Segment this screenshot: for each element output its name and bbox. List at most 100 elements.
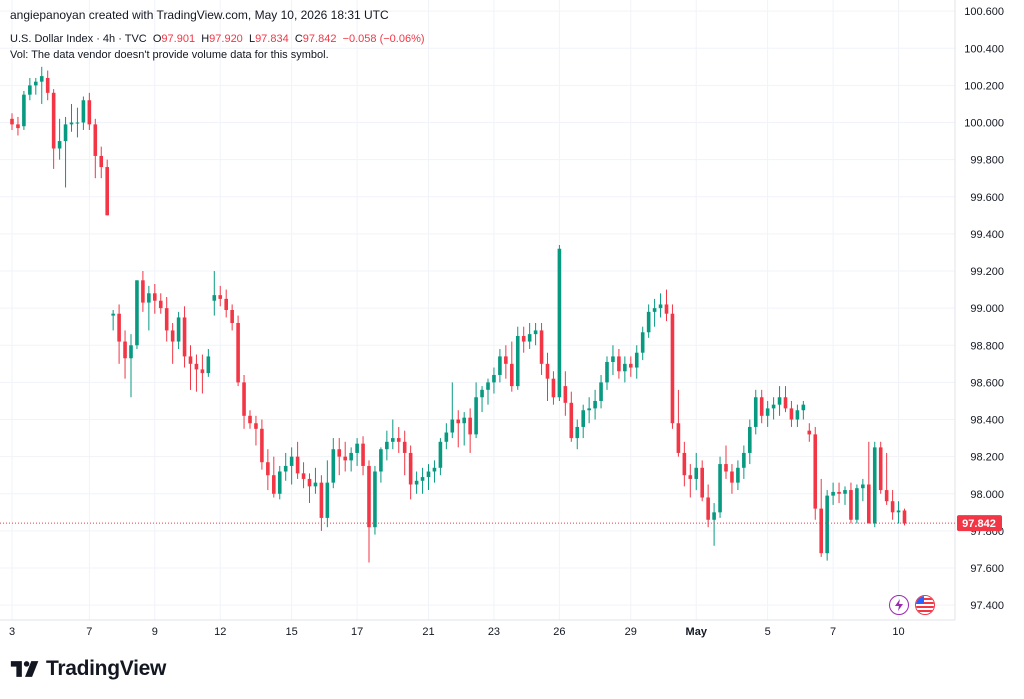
candle-body xyxy=(587,408,591,411)
candle-body xyxy=(634,352,639,368)
candle-body xyxy=(712,512,716,520)
candle-body xyxy=(748,426,752,453)
flash-icon[interactable] xyxy=(889,595,909,615)
candle-body xyxy=(170,330,175,342)
candle-body xyxy=(87,100,92,125)
candle-body xyxy=(521,335,526,342)
last-price-label: 97.842 xyxy=(962,518,996,530)
candle-body xyxy=(129,345,133,359)
candle-body xyxy=(295,456,300,474)
candle-body xyxy=(694,467,699,479)
candle-body xyxy=(623,363,627,372)
candle-body xyxy=(533,330,538,335)
candle-body xyxy=(658,304,663,309)
price-tick-label: 98.800 xyxy=(970,340,1004,352)
symbol-legend[interactable]: U.S. Dollar Index · 4h · TVC O97.901 H97… xyxy=(10,33,425,45)
candle-body xyxy=(599,382,603,401)
candle-body xyxy=(194,363,199,370)
candle-body xyxy=(575,426,580,439)
candle-body xyxy=(480,389,484,398)
candle-body xyxy=(260,428,264,463)
price-tick-label: 99.200 xyxy=(970,266,1004,278)
time-tick-label: 23 xyxy=(488,626,500,638)
candle-body xyxy=(849,490,853,520)
time-tick-label: 10 xyxy=(892,626,904,638)
us-flag-icon[interactable] xyxy=(915,595,935,615)
candle-body xyxy=(420,477,425,481)
last-price-badge: 97.842 xyxy=(957,515,1002,532)
candle-body xyxy=(640,332,645,353)
price-tick-label: 98.000 xyxy=(970,489,1004,501)
candle-body xyxy=(218,295,223,299)
candle-body xyxy=(771,404,776,409)
candle-body xyxy=(652,308,657,312)
candle-body xyxy=(283,465,288,472)
candle-body xyxy=(605,361,609,383)
candle-body xyxy=(872,447,877,524)
time-tick-label: 21 xyxy=(422,626,434,638)
candle-body xyxy=(742,452,746,468)
candle-body xyxy=(456,419,461,424)
candle-body xyxy=(212,295,217,301)
candle-body xyxy=(45,77,50,93)
candle-body xyxy=(724,464,728,472)
tradingview-brand[interactable]: TradingView xyxy=(10,657,166,681)
change-value: −0.058 (−0.06%) xyxy=(342,33,425,45)
candle-body xyxy=(141,280,145,303)
candle-body xyxy=(736,467,740,483)
time-tick-label: May xyxy=(686,626,708,638)
candle-body xyxy=(753,397,758,427)
time-tick-label: 3 xyxy=(9,626,15,638)
candle-body xyxy=(272,475,276,494)
candle-body xyxy=(468,417,472,435)
candle-body xyxy=(825,495,829,554)
candle-body xyxy=(730,471,734,483)
time-tick-label: 26 xyxy=(553,626,565,638)
candle-body xyxy=(242,382,246,416)
candle-body xyxy=(93,124,98,156)
candle-body xyxy=(289,456,294,466)
price-tick-label: 99.800 xyxy=(970,155,1004,167)
candle-body xyxy=(414,480,419,485)
candle-body xyxy=(355,443,359,453)
candle-body xyxy=(593,400,597,409)
candle-body xyxy=(664,304,669,314)
price-tick-label: 98.600 xyxy=(970,377,1004,389)
price-tick-label: 100.400 xyxy=(964,43,1004,55)
candle-body xyxy=(498,356,502,375)
candle-body xyxy=(837,491,841,494)
candle-body xyxy=(884,490,889,502)
candlestick-series xyxy=(10,66,907,563)
price-chart[interactable]: 100.600 100.400 100.200 100.000 99.800 99.600… xyxy=(0,0,1024,699)
candle-body xyxy=(230,310,234,323)
candle-body xyxy=(450,419,455,433)
candle-body xyxy=(57,141,62,149)
candle-body xyxy=(831,491,835,496)
candle-body xyxy=(10,118,14,125)
candle-body xyxy=(313,482,318,487)
candle-body xyxy=(765,408,770,416)
candle-body xyxy=(629,363,633,368)
price-tick-label: 99.000 xyxy=(970,303,1004,315)
close-label: C xyxy=(294,33,303,45)
candle-body xyxy=(676,423,681,453)
candle-body xyxy=(361,443,365,466)
candle-body xyxy=(349,452,353,461)
candle-body xyxy=(176,317,181,342)
price-tick-label: 100.000 xyxy=(964,118,1004,130)
candle-body xyxy=(688,475,693,479)
candle-body xyxy=(307,478,312,487)
candle-body xyxy=(706,497,710,520)
candle-body xyxy=(379,449,383,472)
candle-body xyxy=(557,248,562,398)
candle-body xyxy=(236,322,240,383)
candle-body xyxy=(266,462,270,476)
candle-body xyxy=(843,490,847,494)
candle-body xyxy=(855,488,859,520)
candle-body xyxy=(759,397,764,416)
candle-body xyxy=(16,124,20,129)
candle-body xyxy=(563,386,568,403)
chart-badges xyxy=(889,595,935,615)
symbol-title[interactable]: U.S. Dollar Index · 4h · TVC xyxy=(10,33,147,45)
high-value: 97.920 xyxy=(209,33,243,45)
